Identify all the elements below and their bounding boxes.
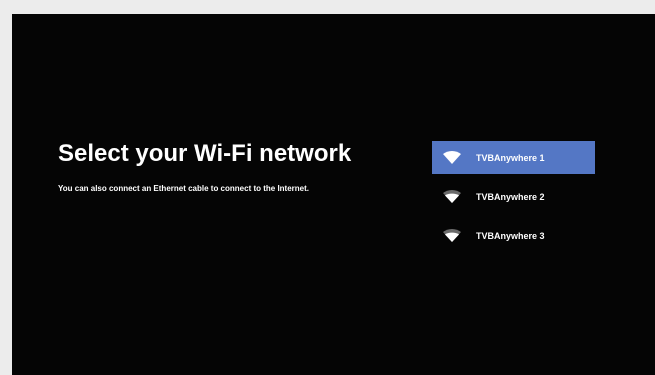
wifi-icon	[442, 228, 462, 243]
wifi-icon	[442, 150, 462, 165]
tv-screen: Select your Wi-Fi network You can also c…	[12, 14, 655, 375]
wifi-network-label: TVBAnywhere 3	[476, 230, 545, 241]
page-subtitle: You can also connect an Ethernet cable t…	[58, 184, 310, 193]
wifi-network-list: TVBAnywhere 1 TVBAnywhere 2 TVBAnywhere …	[432, 141, 595, 258]
wifi-network-item-1[interactable]: TVBAnywhere 1	[432, 141, 595, 174]
wifi-network-item-3[interactable]: TVBAnywhere 3	[432, 219, 595, 252]
wifi-network-item-2[interactable]: TVBAnywhere 2	[432, 180, 595, 213]
wifi-icon	[442, 189, 462, 204]
wifi-network-label: TVBAnywhere 2	[476, 191, 545, 202]
page-title: Select your Wi-Fi network	[58, 140, 352, 167]
intro-panel: Select your Wi-Fi network You can also c…	[58, 140, 388, 193]
wifi-network-label: TVBAnywhere 1	[476, 152, 545, 163]
